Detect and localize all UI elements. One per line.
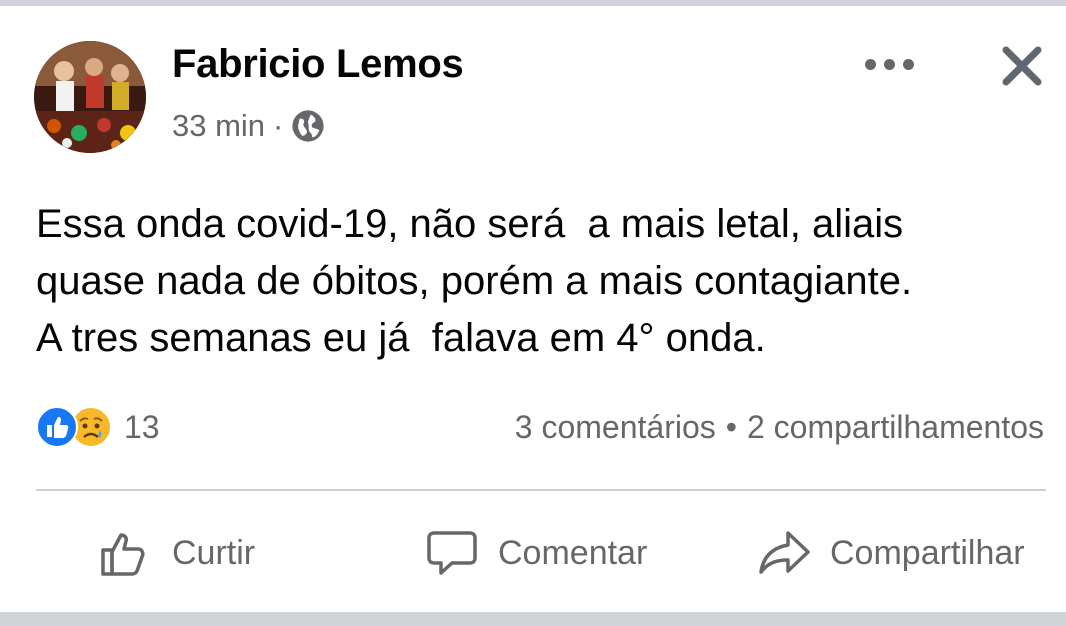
more-dot	[902, 58, 914, 70]
reaction-count: 13	[124, 408, 160, 445]
avatar-image	[34, 41, 146, 153]
shares-count[interactable]: 2 compartilhamentos	[747, 409, 1044, 446]
bottom-separator-bar	[0, 612, 1066, 626]
like-button[interactable]: Curtir	[98, 512, 255, 594]
action-bar: Curtir Comentar Compartilhar	[0, 512, 1066, 594]
post-text: Essa onda covid-19, não será a mais leta…	[36, 202, 913, 360]
comment-icon	[427, 531, 477, 575]
like-reaction-icon	[36, 406, 78, 448]
stats-separator: •	[725, 408, 737, 445]
share-button[interactable]: Compartilhar	[756, 512, 1025, 594]
comment-label: Comentar	[498, 533, 648, 572]
thumbs-up-icon	[101, 533, 145, 576]
close-icon[interactable]	[996, 40, 1048, 92]
like-label: Curtir	[172, 533, 256, 572]
reactions-summary[interactable]: 13	[36, 402, 160, 452]
post-time[interactable]: 33 min	[172, 108, 265, 144]
post-stats: 3 comentários • 2 compartilhamentos	[515, 402, 1044, 452]
share-label: Compartilhar	[830, 533, 1025, 572]
more-dot	[864, 58, 876, 70]
author-name[interactable]: Fabricio Lemos	[172, 42, 464, 87]
post-meta: 33 min ·	[172, 106, 325, 146]
top-separator-bar	[0, 0, 1066, 6]
globe-icon[interactable]	[291, 109, 325, 143]
divider	[36, 489, 1046, 491]
share-arrow-icon	[759, 531, 810, 574]
meta-separator: ·	[273, 108, 284, 143]
comment-button[interactable]: Comentar	[424, 512, 647, 594]
more-dot	[883, 58, 895, 70]
more-options-icon[interactable]	[858, 52, 920, 76]
comments-count[interactable]: 3 comentários	[515, 409, 716, 446]
avatar[interactable]	[34, 41, 146, 153]
